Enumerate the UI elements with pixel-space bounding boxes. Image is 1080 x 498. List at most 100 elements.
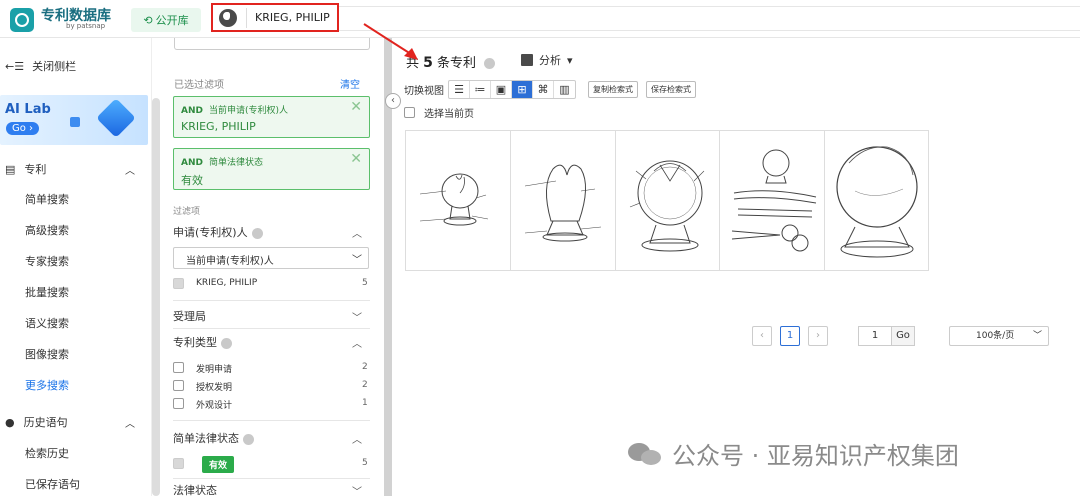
view-buttons: ☰ ≔ ▣ ⊞ ⌘ ▥ [448,80,576,99]
patent-thumbnail[interactable] [406,131,511,270]
chip-field: 当前申请(专利权)人 [208,106,288,116]
chevron-up-icon[interactable]: ︿ [125,415,135,430]
bar-chart-icon [521,54,533,66]
logo-icon [10,8,34,32]
legal-simple-checkbox[interactable] [173,458,184,469]
nav-item-image-search[interactable]: 图像搜索 [25,346,69,362]
search-field-extension[interactable] [339,6,1080,31]
page-jump-input[interactable]: 1 [858,326,892,346]
list-view-icon[interactable]: ☰ [449,81,470,98]
chevron-up-icon[interactable]: ︿ [352,335,362,350]
type-checkbox-design[interactable] [173,398,184,409]
nav-item-batch-search[interactable]: 批量搜索 [25,284,69,300]
copy-query-button[interactable]: 复制检索式 [588,81,638,98]
ai-lab-banner[interactable]: AI Lab Go › [0,95,148,145]
collapse-panel-button[interactable]: ‹ [385,93,401,109]
result-suffix: 条专利 [437,56,477,71]
view-toolbar: 切换视图 ☰ ≔ ▣ ⊞ ⌘ ▥ 复制检索式 保存检索式 [404,80,696,99]
filter-group-office[interactable]: 受理局 [173,308,370,324]
public-db-button[interactable]: ⟲ 公开库 [131,8,201,32]
nav-section-patent[interactable]: ▤ 专利 [5,161,46,177]
chevron-down-icon[interactable]: ﹀ [352,309,362,324]
save-query-button[interactable]: 保存检索式 [646,81,696,98]
grid-view-icon[interactable]: ⊞ [512,81,533,98]
page-jump-go-button[interactable]: Go [892,326,915,346]
select-page-row[interactable]: 选择当前页 [404,105,474,120]
type-count-granted: 2 [362,380,368,390]
nav-item-search-history[interactable]: 检索历史 [25,445,69,461]
nav-item-semantic-search[interactable]: 语义搜索 [25,315,69,331]
filter-group-applicant-label: 申请(专利权)人 [173,226,248,239]
pagination: ‹ 1 › [752,326,828,346]
search-box[interactable]: KRIEG, PHILIP [211,3,339,32]
type-checkbox-invention-app[interactable] [173,362,184,373]
chevron-up-icon[interactable]: ︿ [352,225,362,240]
nav-item-saved-queries[interactable]: 已保存语句 [25,476,80,492]
chip-value: 有效 [181,174,203,187]
applicant-type-select[interactable]: 当前申请(专利权)人 ﹀ [173,247,369,269]
ai-lab-go-button[interactable]: Go › [6,122,40,135]
per-page-select[interactable]: 100条/页 ﹀ [949,326,1049,346]
globe-icon[interactable] [219,8,237,27]
result-count-number: 5 [423,55,433,71]
close-sidebar-button[interactable]: ←☰ 关闭侧栏 [5,58,76,74]
nav-item-advanced-search[interactable]: 高级搜索 [25,222,69,238]
patent-thumbnail[interactable] [616,131,721,270]
close-icon[interactable]: ✕ [350,151,362,167]
patent-drawing-image [629,160,704,252]
patent-drawing-image [524,164,601,242]
analysis-label: 分析 [539,54,561,67]
page-jump: 1 Go [858,326,915,346]
type-label-design: 外观设计 [196,401,233,411]
info-icon[interactable] [251,227,263,239]
filter-chip-applicant: AND 当前申请(专利权)人 KRIEG, PHILIP ✕ [173,96,370,138]
patent-thumbnail[interactable] [825,131,929,270]
chevron-up-icon[interactable]: ︿ [352,431,362,446]
search-input[interactable]: KRIEG, PHILIP [255,11,330,24]
clear-filters-button[interactable]: 清空 [340,76,360,91]
ai-decor-icon [70,117,80,127]
divider [173,478,370,479]
close-sidebar-label: 关闭侧栏 [32,60,77,73]
nav-item-simple-search[interactable]: 简单搜索 [25,191,69,207]
applicant-checkbox[interactable] [173,278,184,289]
chevron-up-icon[interactable]: ︿ [125,162,135,177]
compare-view-icon[interactable]: ⌘ [533,81,554,98]
patent-doc-icon: ▤ [5,162,16,176]
nav-section-history-label: 历史语句 [23,416,68,429]
nav-section-history[interactable]: ● 历史语句 [5,414,68,430]
patent-thumbnail[interactable] [511,131,616,270]
view-switch-label: 切换视图 [404,86,444,97]
close-icon[interactable]: ✕ [350,99,362,115]
info-icon[interactable] [484,58,496,69]
info-icon[interactable] [243,433,254,445]
filter-search-input[interactable] [174,38,370,50]
type-checkbox-granted[interactable] [173,380,184,391]
collapse-menu-icon: ←☰ [5,59,25,73]
status-badge: 有效 [202,456,235,473]
divider [173,328,370,329]
chip-value: KRIEG, PHILIP [181,120,256,133]
page-number-current[interactable]: 1 [780,326,800,346]
divider [173,420,370,421]
chart-view-icon[interactable]: ▥ [554,81,575,98]
image-view-icon[interactable]: ▣ [491,81,512,98]
info-icon[interactable] [221,337,232,349]
filter-group-legal-simple[interactable]: 简单法律状态 [173,430,370,446]
filter-group-type[interactable]: 专利类型 [173,334,370,350]
nav-item-more-search[interactable]: 更多搜索 [25,377,69,393]
select-page-checkbox[interactable] [404,107,415,118]
filter-chip-legal-status: AND 简单法律状态 有效 ✕ [173,148,370,190]
detail-list-icon[interactable]: ≔ [470,81,491,98]
analysis-button[interactable]: 分析 ▾ [521,52,573,68]
prev-page-button[interactable]: ‹ [752,326,772,346]
filter-group-applicant[interactable]: 申请(专利权)人 [173,224,370,240]
chevron-down-icon: ﹀ [1032,331,1042,341]
chip-operator: AND [181,106,203,116]
next-page-button[interactable]: › [808,326,828,346]
sidebar-scrollbar[interactable] [152,98,160,496]
nav-item-expert-search[interactable]: 专家搜索 [25,253,69,269]
patent-thumbnail[interactable] [720,131,826,270]
chip-operator: AND [181,158,203,168]
divider [173,300,370,301]
